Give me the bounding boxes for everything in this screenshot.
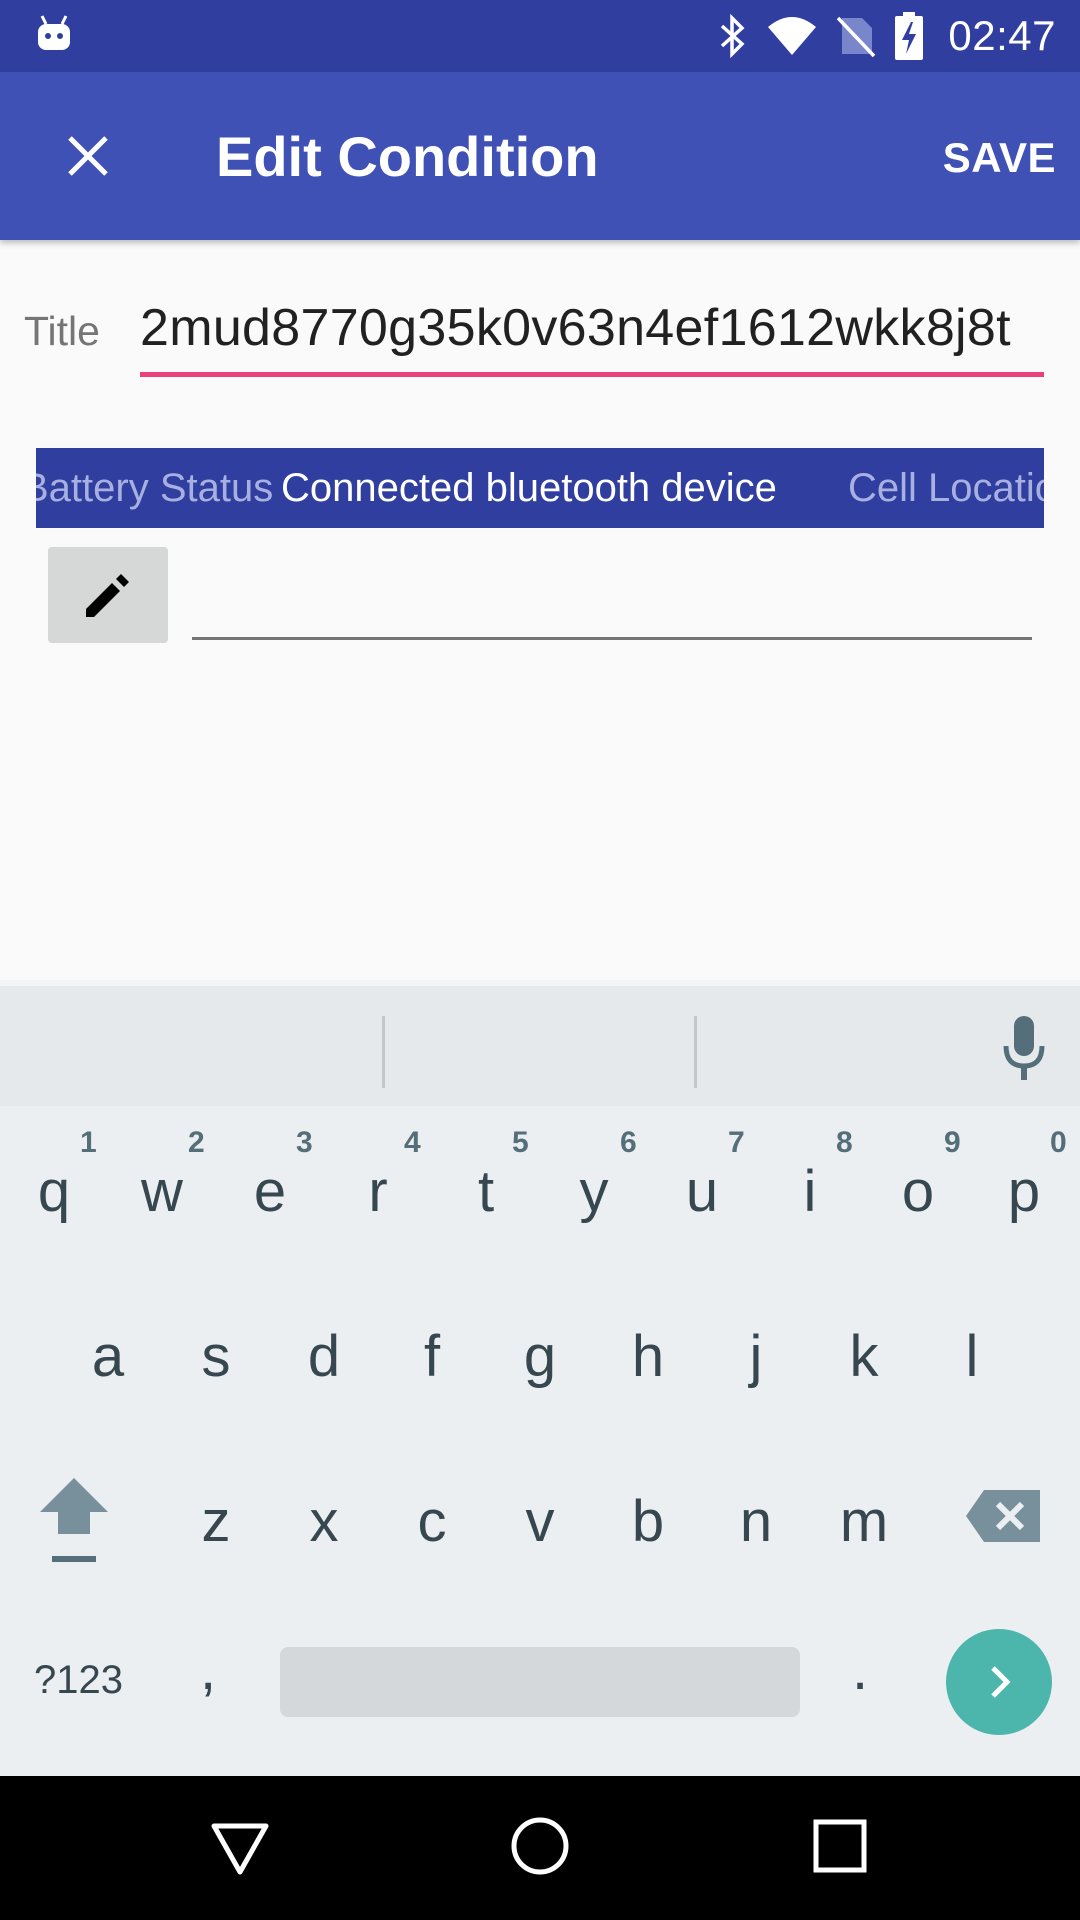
key-hint: 1 (80, 1126, 97, 1159)
suggestion-divider (694, 1016, 697, 1088)
key-f[interactable]: f (382, 1323, 482, 1390)
suggestion-divider (382, 1016, 385, 1088)
close-icon (68, 136, 108, 176)
enter-button[interactable] (946, 1629, 1052, 1735)
tab-battery-status[interactable]: Battery Status (36, 448, 273, 528)
tab-connected-bluetooth-device[interactable]: Connected bluetooth device (281, 448, 777, 528)
device-input-underline[interactable] (192, 637, 1032, 640)
title-input[interactable]: 2mud8770g35k0v63n4ef1612wkk8j8t (140, 298, 1044, 378)
key-n[interactable]: n (706, 1488, 806, 1555)
key-u[interactable]: u (652, 1158, 752, 1225)
key-hint: 4 (404, 1126, 421, 1159)
pencil-icon (86, 574, 129, 617)
key-q[interactable]: q (4, 1158, 104, 1225)
close-button[interactable] (54, 122, 122, 190)
key-hint: 2 (188, 1126, 205, 1159)
navigation-bar (0, 1776, 1080, 1920)
key-t[interactable]: t (436, 1158, 536, 1225)
home-icon[interactable] (508, 1814, 572, 1878)
microphone-icon[interactable] (998, 1008, 1050, 1088)
key-x[interactable]: x (274, 1488, 374, 1555)
key-hint: 8 (836, 1126, 853, 1159)
key-w[interactable]: w (112, 1158, 212, 1225)
clock: 02:47 (948, 12, 1056, 59)
recents-icon[interactable] (810, 1816, 870, 1876)
key-m[interactable]: m (814, 1488, 914, 1555)
key-l[interactable]: l (922, 1323, 1022, 1390)
condition-type-tabs[interactable]: Battery Status Connected bluetooth devic… (36, 448, 1044, 528)
key-hint: 6 (620, 1126, 637, 1159)
space-bar[interactable] (280, 1647, 800, 1717)
key-p[interactable]: p (974, 1158, 1074, 1225)
title-label: Title (24, 308, 100, 354)
key-j[interactable]: j (706, 1323, 806, 1390)
status-icons: 02:47 (718, 0, 1056, 72)
back-icon[interactable] (208, 1816, 272, 1880)
key-z[interactable]: z (166, 1488, 266, 1555)
key-b[interactable]: b (598, 1488, 698, 1555)
period-key[interactable]: . (852, 1636, 868, 1703)
edit-button[interactable] (48, 547, 168, 643)
tab-cell-location[interactable]: Cell Location (848, 448, 1044, 528)
key-e[interactable]: e (220, 1158, 320, 1225)
key-v[interactable]: v (490, 1488, 590, 1555)
key-hint: 9 (944, 1126, 961, 1159)
key-r[interactable]: r (328, 1158, 428, 1225)
key-h[interactable]: h (598, 1323, 698, 1390)
backspace-icon[interactable] (966, 1488, 1042, 1544)
key-hint: 0 (1050, 1126, 1067, 1159)
key-hint: 5 (512, 1126, 529, 1159)
key-y[interactable]: y (544, 1158, 644, 1225)
key-i[interactable]: i (760, 1158, 860, 1225)
key-g[interactable]: g (490, 1323, 590, 1390)
page-title: Edit Condition (216, 125, 599, 188)
key-a[interactable]: a (58, 1323, 158, 1390)
soft-keyboard: 1 2 3 4 5 6 7 8 9 0 q w e r t y u i o p … (0, 980, 1080, 1776)
key-o[interactable]: o (868, 1158, 968, 1225)
key-s[interactable]: s (166, 1323, 266, 1390)
comma-key[interactable]: , (200, 1636, 216, 1703)
app-bar: Edit Condition SAVE (0, 72, 1080, 240)
battery-charging-icon (895, 12, 924, 60)
shift-icon[interactable] (34, 1470, 114, 1570)
bluetooth-icon (721, 14, 745, 58)
title-input-underline (140, 372, 1044, 377)
chevron-right-icon (991, 1666, 1011, 1698)
status-bar: 02:47 (0, 0, 1080, 72)
android-robot-icon (38, 15, 70, 50)
key-hint: 7 (728, 1126, 745, 1159)
key-d[interactable]: d (274, 1323, 374, 1390)
save-button[interactable]: SAVE (943, 134, 1056, 182)
wifi-icon (768, 17, 817, 55)
suggestion-strip (0, 980, 1080, 1106)
key-c[interactable]: c (382, 1488, 482, 1555)
key-k[interactable]: k (814, 1323, 914, 1390)
no-sim-icon (837, 16, 876, 58)
symbols-key[interactable]: ?123 (34, 1658, 123, 1703)
key-hint: 3 (296, 1126, 313, 1159)
